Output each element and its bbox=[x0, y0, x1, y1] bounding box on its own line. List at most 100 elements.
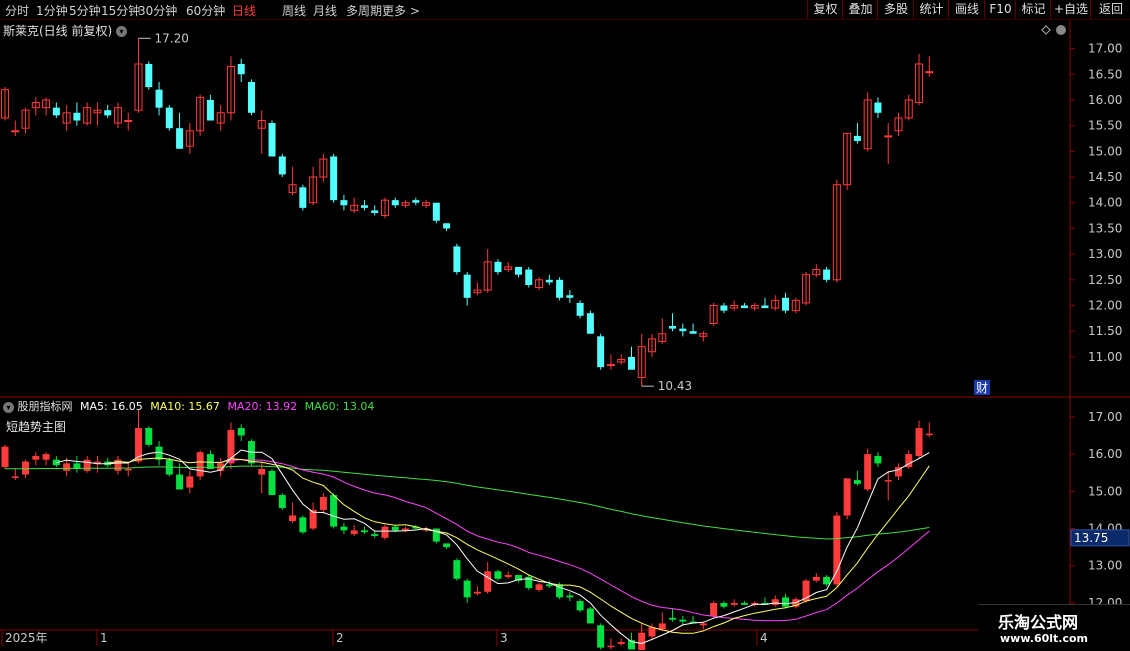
period-tab[interactable]: 月线 bbox=[313, 2, 337, 19]
candle-body bbox=[823, 269, 831, 280]
sub-candle-body bbox=[258, 468, 266, 475]
sub-candle-body bbox=[330, 495, 338, 527]
period-tab[interactable]: 1分钟 bbox=[36, 2, 68, 19]
candle-body bbox=[586, 313, 594, 334]
candle-body bbox=[679, 328, 687, 332]
kline-chart: 17.00 16.50 16.00 15.50 15.00 14.50 14.00 13.50… bbox=[0, 20, 1130, 650]
sub-candle-body bbox=[823, 576, 831, 585]
sub-candle-body bbox=[340, 526, 348, 531]
toolbar-button[interactable]: 返回 bbox=[1090, 0, 1130, 19]
ma10-label: MA10: 15.67 bbox=[150, 400, 220, 413]
sub-candle-body bbox=[278, 495, 286, 509]
candle-body bbox=[463, 274, 471, 298]
finance-badge: 财 bbox=[976, 381, 988, 395]
sub-candle-body bbox=[360, 530, 368, 533]
y-tick-label: 17.00 bbox=[1088, 42, 1122, 56]
x-axis-label: 1 bbox=[100, 631, 108, 645]
y-tick-label: 12.00 bbox=[1088, 299, 1122, 313]
candle-body bbox=[720, 305, 728, 311]
period-tab[interactable]: 更多 > bbox=[382, 2, 420, 19]
y-tick-label: 16.50 bbox=[1088, 67, 1122, 81]
sub-candle-body bbox=[710, 602, 718, 616]
period-tab[interactable]: 30分钟 bbox=[138, 2, 177, 19]
candle-body bbox=[884, 135, 893, 138]
y-tick-label: 11.00 bbox=[1088, 350, 1122, 364]
candle-body bbox=[145, 63, 153, 88]
sub-candle-body bbox=[915, 428, 923, 456]
ma10-line bbox=[107, 457, 930, 634]
sub-candle-body bbox=[658, 623, 666, 629]
toolbar-button[interactable]: +自选 bbox=[1050, 0, 1091, 19]
low-price-label: 10.43 bbox=[658, 379, 692, 393]
indicator-name: 短趋势主图 bbox=[6, 420, 67, 434]
candle-body bbox=[782, 297, 790, 311]
toolbar-button[interactable]: 复权 bbox=[807, 0, 843, 19]
sub-candle-body bbox=[473, 591, 481, 594]
sub-candle-body bbox=[463, 580, 471, 598]
sub-candle-body bbox=[83, 459, 91, 471]
period-tab[interactable]: 分时 bbox=[5, 2, 29, 19]
sub-candle-body bbox=[11, 476, 19, 478]
period-tab[interactable]: 日线 bbox=[232, 2, 256, 19]
sub-candle-body bbox=[576, 601, 584, 611]
period-tab[interactable]: 60分钟 bbox=[186, 2, 225, 19]
toolbar-button[interactable]: 多股 bbox=[877, 0, 914, 19]
sub-candle-body bbox=[669, 617, 677, 620]
toolbar-button[interactable]: F10 bbox=[984, 0, 1016, 19]
y-tick-label: 13.50 bbox=[1088, 221, 1122, 235]
y-tick-label: 16.00 bbox=[1088, 447, 1122, 461]
sub-candle-body bbox=[771, 599, 779, 605]
diamond-icon bbox=[1041, 25, 1051, 35]
dropdown-circle-icon[interactable]: ▾ bbox=[3, 401, 14, 413]
period-tab[interactable]: 周线 bbox=[282, 2, 306, 19]
main-panel-title: 斯莱克(日线 前复权) ▾ bbox=[3, 22, 128, 39]
toolbar-button[interactable]: 标记 bbox=[1015, 0, 1051, 19]
toolbar-button[interactable]: 统计 bbox=[913, 0, 949, 19]
sub-candle-body bbox=[679, 619, 687, 622]
candle-body bbox=[740, 305, 748, 309]
y-tick-label: 15.00 bbox=[1088, 484, 1122, 498]
period-tab[interactable]: 5分钟 bbox=[69, 2, 101, 19]
candle-body bbox=[124, 120, 133, 122]
candle-body bbox=[576, 302, 584, 316]
watermark-text: 乐淘公式网 bbox=[998, 613, 1079, 632]
ma5-label: MA5: 16.05 bbox=[80, 400, 143, 413]
y-tick-label: 11.50 bbox=[1088, 324, 1122, 338]
period-tab[interactable]: 多周期 bbox=[346, 2, 382, 19]
candle-body bbox=[330, 156, 338, 201]
candle-body bbox=[391, 200, 399, 206]
y-tick-label: 14.50 bbox=[1088, 170, 1122, 184]
candle-body bbox=[556, 279, 564, 298]
sub-candle-body bbox=[586, 608, 594, 624]
candle-body bbox=[566, 295, 574, 298]
candle-body bbox=[925, 71, 934, 74]
sub-candle-body bbox=[566, 595, 574, 598]
candle-body bbox=[689, 331, 697, 334]
sub-candle-body bbox=[638, 632, 646, 650]
sub-candle-body bbox=[504, 575, 512, 577]
sub-candle-body bbox=[812, 576, 820, 581]
sub-candle-body bbox=[350, 530, 358, 535]
ma60-line bbox=[5, 465, 930, 540]
sub-candle-body bbox=[833, 515, 841, 585]
x-axis-label: 2025年 bbox=[5, 631, 48, 645]
y-tick-label: 16.00 bbox=[1088, 93, 1122, 107]
ma20-label: MA20: 13.92 bbox=[227, 400, 298, 413]
sub-candle-body bbox=[299, 517, 307, 533]
candle-body bbox=[494, 261, 502, 273]
sub-candle-body bbox=[1, 446, 9, 468]
sub-candle-body bbox=[864, 454, 872, 490]
toolbar-button[interactable]: 画线 bbox=[948, 0, 985, 19]
x-axis-label: 4 bbox=[760, 631, 768, 645]
x-axis-label: 3 bbox=[500, 631, 508, 645]
period-tab[interactable]: 15分钟 bbox=[101, 2, 140, 19]
toolbar-button[interactable]: 叠加 bbox=[842, 0, 878, 19]
sub-candle-body bbox=[494, 571, 502, 579]
sub-candle-body bbox=[740, 602, 748, 605]
sub-candle-body bbox=[42, 454, 50, 460]
candle-body bbox=[412, 200, 420, 203]
sub-panel-header: ▾ 股朋指标网 MA5: 16.05 MA10: 15.67 MA20: 13.… bbox=[3, 398, 374, 414]
sub-candle-body bbox=[699, 623, 707, 626]
dropdown-circle-icon[interactable]: ▾ bbox=[116, 26, 128, 37]
candle-body bbox=[627, 356, 635, 370]
